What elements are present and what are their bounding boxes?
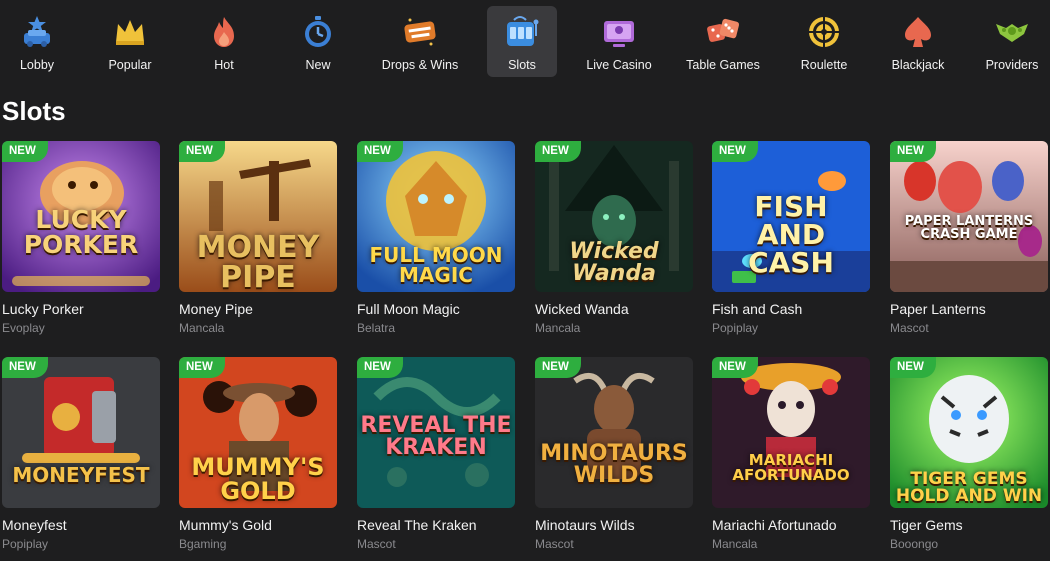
providers-wings-icon [996,24,1028,42]
nav-item-new[interactable]: New [275,6,361,77]
lobby-car-star-icon [24,16,50,47]
game-title: Full Moon Magic [357,301,460,317]
stopwatch-icon [305,16,331,47]
game-thumbnail[interactable]: MARIACHI AFORTUNADO NEW [712,357,870,508]
category-nav: Lobby Popular Hot New Drops & Wins Slots… [0,0,1050,84]
game-card-mariachi-afortunado[interactable]: MARIACHI AFORTUNADO NEW Mariachi Afortun… [712,357,870,559]
game-card-mummys-gold[interactable]: MUMMY'S GOLD NEW Mummy's Gold Bgaming [179,357,337,559]
game-title: Moneyfest [2,517,67,533]
nav-item-providers[interactable]: Providers [969,6,1050,77]
game-art-title: Wicked Wanda [569,239,659,286]
new-badge: NEW [357,141,403,162]
game-art-title: FISH AND CASH [748,190,834,279]
nav-item-slots[interactable]: Slots [487,6,557,77]
game-art-title: MONEYFEST [12,463,150,487]
new-badge: NEW [357,357,403,378]
game-thumbnail[interactable]: PAPER LANTERNS CRASH GAME NEW [890,141,1048,292]
game-provider: Belatra [357,321,396,335]
game-art-title: PAPER LANTERNS CRASH GAME [904,214,1034,242]
game-card-lucky-porker[interactable]: LUCKY PORKER NEW Lucky Porker Evoplay [2,141,160,343]
new-badge: NEW [712,141,758,162]
new-badge: NEW [535,141,581,162]
new-badge: NEW [179,357,225,378]
crown-icon [116,20,144,45]
game-thumbnail[interactable]: Wicked Wanda NEW [535,141,693,292]
new-badge: NEW [2,141,48,162]
game-art [712,357,870,508]
new-badge: NEW [890,357,936,378]
game-card-fish-and-cash[interactable]: FISH AND CASH NEW Fish and Cash Popiplay [712,141,870,343]
nav-label: Drops & Wins [381,58,459,72]
game-art-title: FULL MOON MAGIC [369,243,503,287]
game-provider: Popiplay [712,321,759,335]
game-art-title: MINOTAURS WILDS [540,441,688,488]
game-title: Money Pipe [179,301,253,317]
game-provider: Mancala [712,537,758,551]
game-card-moneyfest[interactable]: MONEYFEST NEW Moneyfest Popiplay [2,357,160,559]
game-provider: Mancala [535,321,581,335]
game-thumbnail[interactable]: MONEYFEST NEW [2,357,160,508]
new-badge: NEW [712,357,758,378]
nav-item-drops-wins[interactable]: Drops & Wins [377,6,463,77]
nav-item-table-games[interactable]: Table Games [680,6,766,77]
section-title: Slots [2,96,66,126]
game-title: Tiger Gems [890,517,963,533]
game-art-title: MARIACHI AFORTUNADO [732,451,850,484]
live-dealer-icon [604,21,634,47]
game-thumbnail[interactable]: FULL MOON MAGIC NEW [357,141,515,292]
roulette-wheel-icon [809,17,839,47]
game-thumbnail[interactable]: MINOTAURS WILDS NEW [535,357,693,508]
game-title: Fish and Cash [712,301,803,317]
game-provider: Mancala [179,321,225,335]
game-provider: Bgaming [179,537,227,551]
game-provider: Evoplay [2,321,45,335]
game-thumbnail[interactable]: FISH AND CASH NEW [712,141,870,292]
nav-item-live-casino[interactable]: Live Casino [576,6,662,77]
game-title: Lucky Porker [2,301,84,317]
game-title: Minotaurs Wilds [535,517,635,533]
new-badge: NEW [179,141,225,162]
game-card-wicked-wanda[interactable]: Wicked Wanda NEW Wicked Wanda Mancala [535,141,693,343]
game-thumbnail[interactable]: REVEAL THE KRAKEN NEW [357,357,515,508]
game-title: Paper Lanterns [890,301,986,317]
game-thumbnail[interactable]: TIGER GEMS HOLD AND WIN NEW [890,357,1048,508]
game-art-title: REVEAL THE KRAKEN [360,413,512,460]
game-thumbnail[interactable]: MUMMY'S GOLD NEW [179,357,337,508]
dice-icon [707,18,740,42]
nav-label: Providers [985,58,1039,72]
game-provider: Mascot [890,321,929,335]
game-card-full-moon-magic[interactable]: FULL MOON MAGIC NEW Full Moon Magic Bela… [357,141,515,343]
game-art-title: LUCKY PORKER [23,205,139,259]
slot-machine-icon [507,16,539,46]
game-title: Mariachi Afortunado [712,517,837,533]
new-badge: NEW [890,141,936,162]
game-title: Mummy's Gold [179,517,272,533]
flame-icon [214,17,234,47]
game-thumbnail[interactable]: MONEY PIPE NEW [179,141,337,292]
game-art-title: MONEY PIPE [196,230,320,293]
new-badge: NEW [2,357,48,378]
game-provider: Mascot [357,537,396,551]
spade-card-icon [905,17,931,47]
game-card-money-pipe[interactable]: MONEY PIPE NEW Money Pipe Mancala [179,141,337,343]
game-title: Wicked Wanda [535,301,629,317]
game-provider: Mascot [535,537,574,551]
game-thumbnail[interactable]: LUCKY PORKER NEW [2,141,160,292]
game-card-reveal-the-kraken[interactable]: REVEAL THE KRAKEN NEW Reveal The Kraken … [357,357,515,559]
game-card-tiger-gems[interactable]: TIGER GEMS HOLD AND WIN NEW Tiger Gems B… [890,357,1048,559]
game-card-paper-lanterns[interactable]: PAPER LANTERNS CRASH GAME NEW Paper Lant… [890,141,1048,343]
new-badge: NEW [535,357,581,378]
game-art-title: TIGER GEMS HOLD AND WIN [895,469,1043,506]
game-art-title: MUMMY'S GOLD [191,453,325,505]
game-provider: Booongo [890,537,939,551]
drops-wins-logo-icon [404,18,436,46]
game-title: Reveal The Kraken [357,517,477,533]
game-card-minotaurs-wilds[interactable]: MINOTAURS WILDS NEW Minotaurs Wilds Masc… [535,357,693,559]
game-provider: Popiplay [2,537,49,551]
